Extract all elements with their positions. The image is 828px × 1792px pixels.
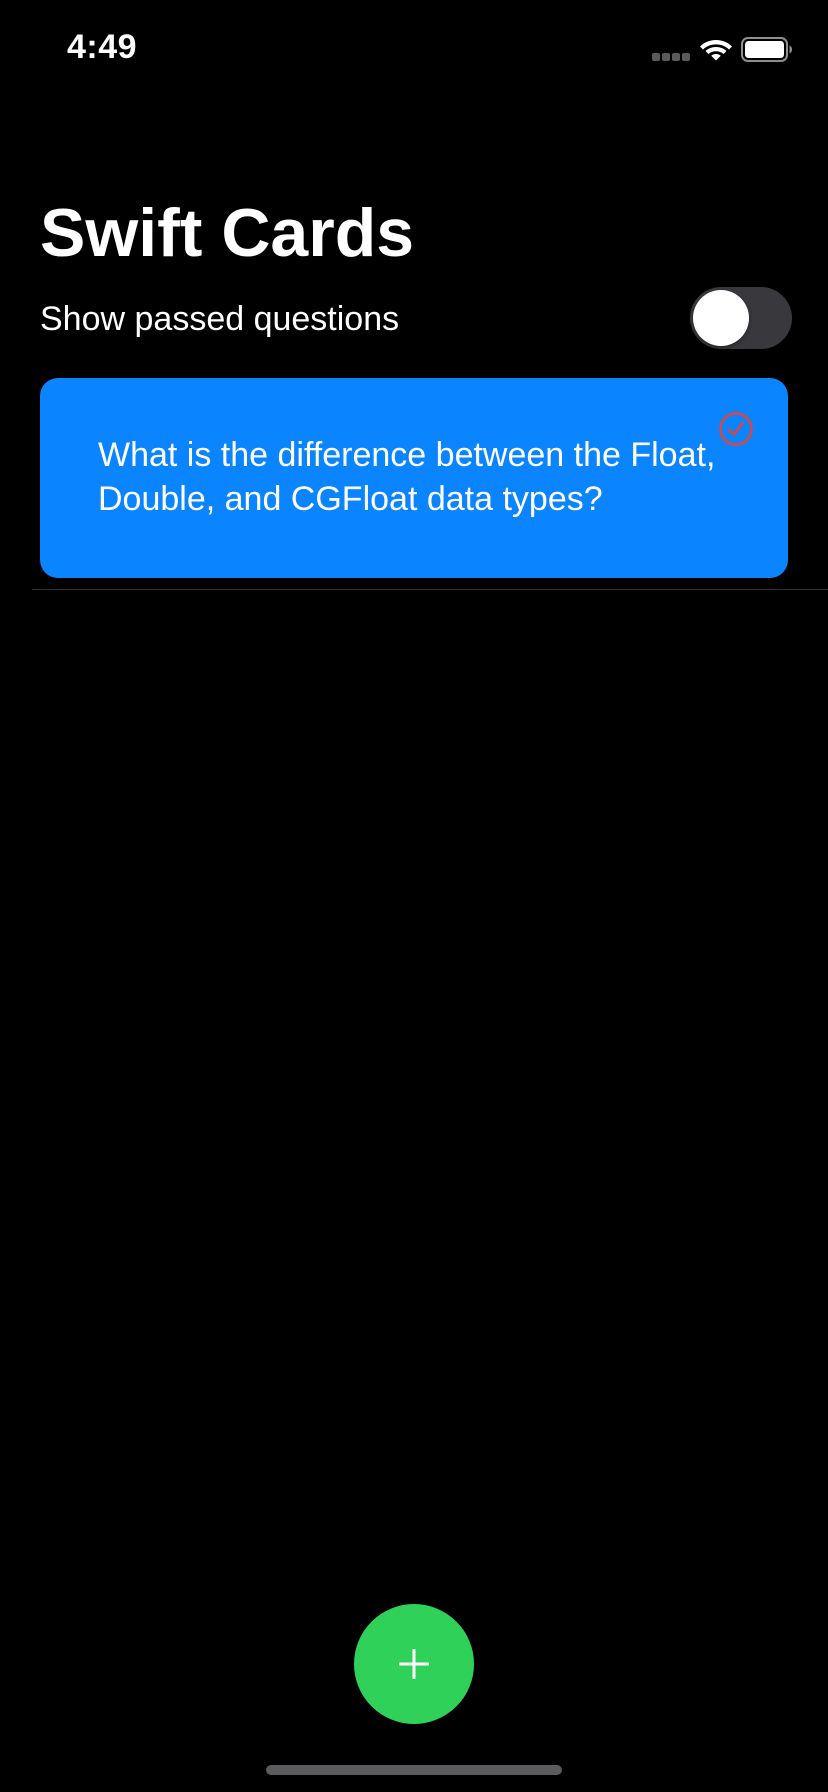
list-separator: [32, 589, 828, 590]
checkmark-circle-icon[interactable]: [718, 411, 754, 447]
question-card[interactable]: What is the difference between the Float…: [40, 378, 788, 578]
show-passed-questions-label: Show passed questions: [40, 300, 400, 338]
cellular-signal-icon: [652, 53, 690, 62]
toggle-knob: [693, 290, 749, 346]
status-bar: 4:49: [0, 0, 828, 100]
page-title: Swift Cards: [40, 195, 415, 271]
battery-icon: [741, 37, 792, 62]
status-time: 4:49: [67, 28, 138, 66]
show-passed-questions-toggle[interactable]: [690, 287, 792, 349]
question-text: What is the difference between the Float…: [98, 436, 716, 518]
swift-cards-screen: 4:49 Swift Cards Show passed questions W…: [0, 0, 828, 1792]
plus-icon: [399, 1649, 429, 1679]
home-indicator[interactable]: [266, 1765, 562, 1775]
add-card-button[interactable]: [354, 1604, 474, 1724]
wifi-icon: [700, 40, 732, 61]
